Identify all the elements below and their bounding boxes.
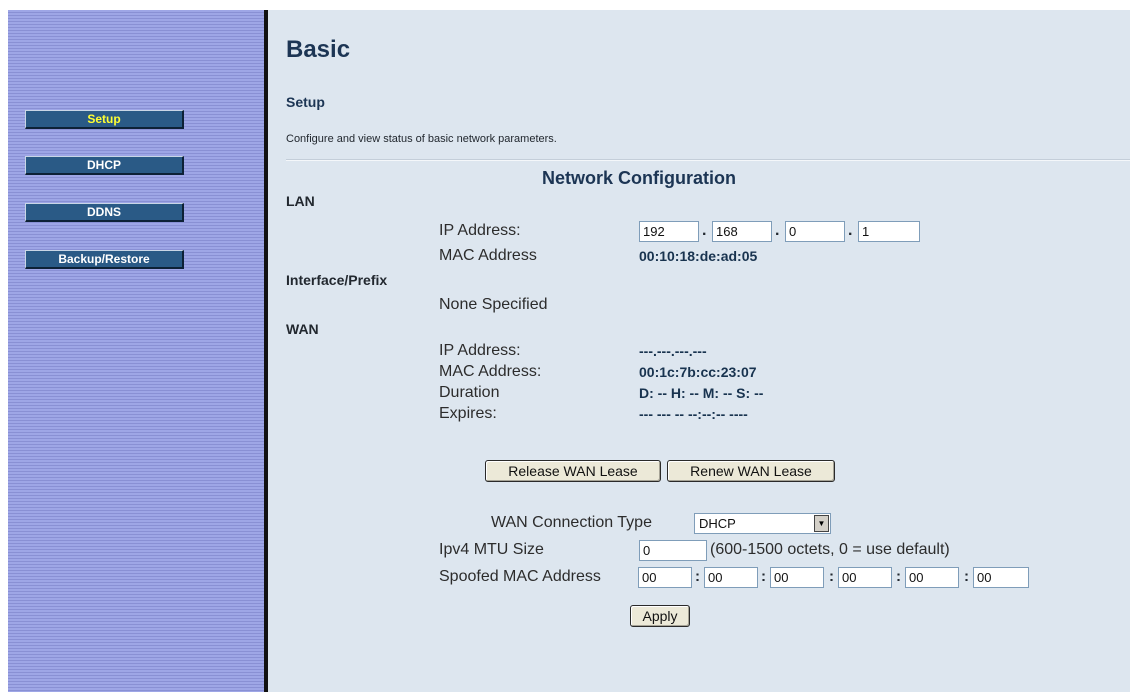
ip-dot-separator: . — [775, 222, 780, 239]
lan-ip-octet-2[interactable] — [712, 221, 772, 242]
nav-setup-button[interactable]: Setup — [25, 110, 184, 129]
wan-expires-value: --- --- -- --:--:-- ---- — [639, 406, 748, 422]
mtu-size-label: Ipv4 MTU Size — [439, 541, 544, 558]
wan-ip-value: ---.---.---.--- — [639, 343, 707, 359]
release-wan-lease-button[interactable]: Release WAN Lease — [485, 460, 661, 482]
mac-colon-separator: : — [829, 568, 834, 585]
nav-backup-restore-button[interactable]: Backup/Restore — [25, 250, 184, 269]
main-content: Basic Setup Configure and view status of… — [268, 10, 1130, 692]
spoofed-mac-octet-4[interactable] — [838, 567, 892, 588]
page-subtitle: Setup — [286, 94, 325, 110]
spoofed-mac-label: Spoofed MAC Address — [439, 568, 601, 585]
wan-expires-label: Expires: — [439, 405, 497, 422]
renew-wan-lease-button[interactable]: Renew WAN Lease — [667, 460, 835, 482]
lan-mac-label: MAC Address — [439, 247, 537, 264]
sidebar: Setup DHCP DDNS Backup/Restore — [8, 10, 264, 692]
mac-colon-separator: : — [761, 568, 766, 585]
mac-colon-separator: : — [964, 568, 969, 585]
page-description: Configure and view status of basic netwo… — [286, 133, 557, 145]
spoofed-mac-octet-3[interactable] — [770, 567, 824, 588]
spoofed-mac-octet-2[interactable] — [704, 567, 758, 588]
nav-dhcp-button[interactable]: DHCP — [25, 156, 184, 175]
lan-ip-octet-3[interactable] — [785, 221, 845, 242]
ip-dot-separator: . — [702, 222, 707, 239]
header-divider — [286, 159, 1130, 161]
lan-mac-value: 00:10:18:de:ad:05 — [639, 248, 758, 264]
wan-connection-type-select[interactable]: DHCP ▼ — [694, 513, 831, 534]
lan-ip-octet-4[interactable] — [858, 221, 920, 242]
mtu-size-input[interactable] — [639, 540, 707, 561]
spoofed-mac-octet-5[interactable] — [905, 567, 959, 588]
wan-connection-type-label: WAN Connection Type — [491, 514, 652, 531]
spoofed-mac-octet-6[interactable] — [973, 567, 1029, 588]
page-title: Basic — [286, 36, 351, 63]
apply-button[interactable]: Apply — [630, 605, 690, 627]
wan-duration-label: Duration — [439, 384, 500, 401]
lan-ip-octet-1[interactable] — [639, 221, 699, 242]
wan-heading: WAN — [286, 321, 319, 337]
ip-dot-separator: . — [848, 222, 853, 239]
interface-prefix-heading: Interface/Prefix — [286, 272, 388, 288]
chevron-down-icon[interactable]: ▼ — [814, 515, 829, 532]
interface-prefix-value: None Specified — [439, 296, 548, 313]
lan-ip-label: IP Address: — [439, 222, 521, 239]
wan-duration-value: D: -- H: -- M: -- S: -- — [639, 385, 764, 401]
mtu-size-hint: (600-1500 octets, 0 = use default) — [710, 541, 950, 558]
nav-ddns-button[interactable]: DDNS — [25, 203, 184, 222]
wan-connection-type-value: DHCP — [699, 516, 736, 531]
mac-colon-separator: : — [896, 568, 901, 585]
wan-mac-label: MAC Address: — [439, 363, 542, 380]
spoofed-mac-octet-1[interactable] — [638, 567, 692, 588]
wan-ip-label: IP Address: — [439, 342, 521, 359]
section-title: Network Configuration — [542, 168, 736, 188]
mac-colon-separator: : — [695, 568, 700, 585]
lan-heading: LAN — [286, 193, 315, 209]
wan-mac-value: 00:1c:7b:cc:23:07 — [639, 364, 757, 380]
